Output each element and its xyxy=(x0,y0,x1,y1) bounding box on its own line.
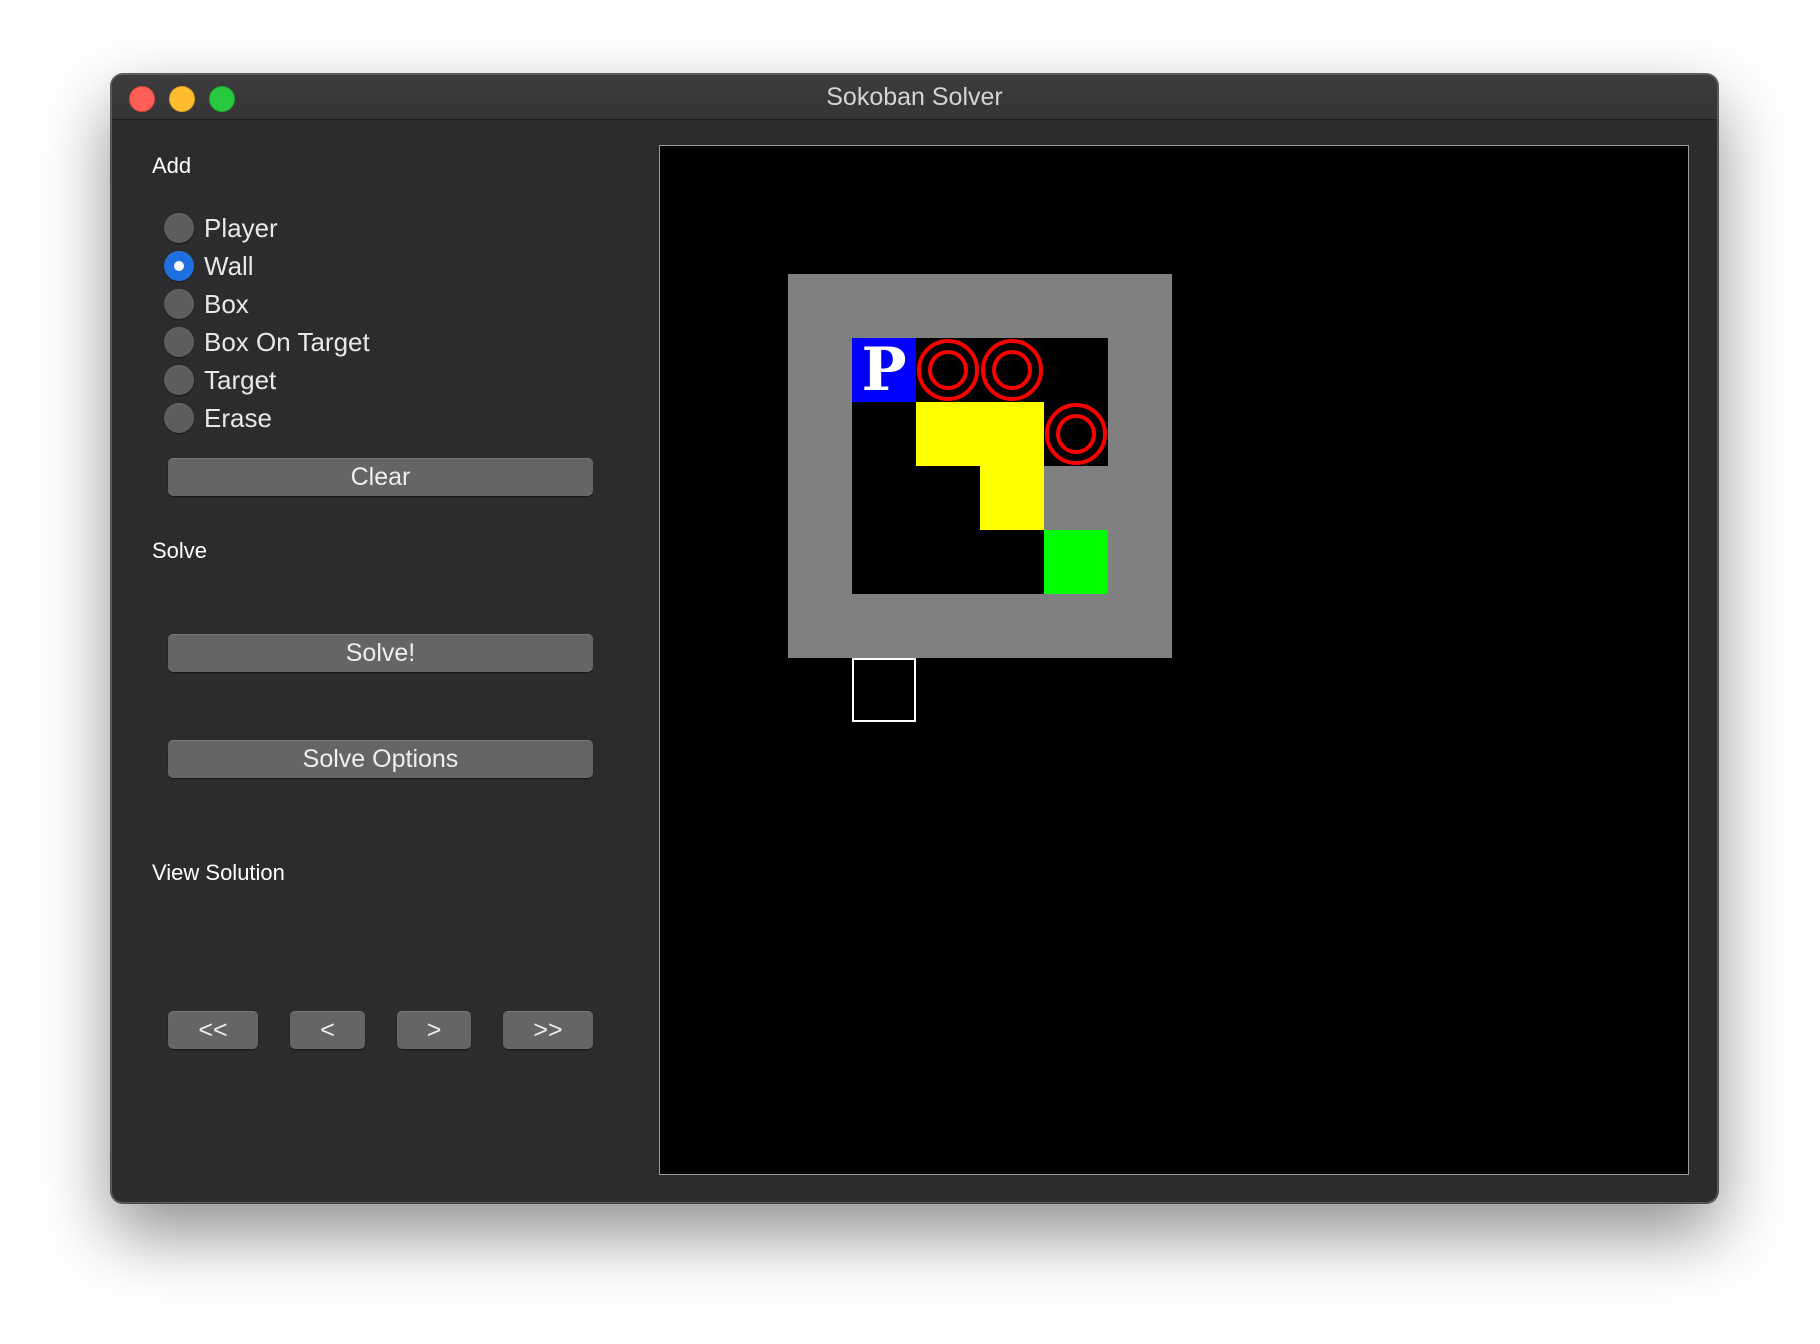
title-bar[interactable]: Sokoban Solver xyxy=(112,75,1717,120)
sokoban-board-canvas[interactable]: P xyxy=(659,145,1689,1175)
selection-cursor-cell[interactable] xyxy=(852,658,916,722)
target-rings-icon xyxy=(1045,403,1107,465)
solve-section-label: Solve xyxy=(152,538,208,563)
wall-cell[interactable] xyxy=(788,466,852,530)
wall-cell[interactable] xyxy=(1108,530,1172,594)
radio-button[interactable] xyxy=(164,213,194,243)
view-solution-section-label: View Solution xyxy=(152,860,285,885)
wall-cell[interactable] xyxy=(1108,594,1172,658)
radio-button[interactable] xyxy=(164,403,194,433)
target-cell[interactable] xyxy=(916,338,980,402)
next-step-button[interactable]: > xyxy=(397,1011,471,1049)
target-cell[interactable] xyxy=(1044,402,1108,466)
radio-label: Erase xyxy=(204,402,272,433)
player-cell[interactable]: P xyxy=(852,338,916,402)
floor-cell[interactable] xyxy=(852,402,916,466)
wall-cell[interactable] xyxy=(788,530,852,594)
floor-cell[interactable] xyxy=(852,466,916,530)
radio-target[interactable]: Target xyxy=(164,363,276,397)
radio-button[interactable] xyxy=(164,327,194,357)
wall-cell[interactable] xyxy=(788,402,852,466)
wall-cell[interactable] xyxy=(1108,338,1172,402)
target-rings-icon xyxy=(917,339,979,401)
radio-button[interactable] xyxy=(164,365,194,395)
add-section-label: Add xyxy=(152,153,192,178)
radio-erase[interactable]: Erase xyxy=(164,401,272,435)
floor-cell[interactable] xyxy=(980,530,1044,594)
wall-cell[interactable] xyxy=(788,274,852,338)
box-cell[interactable] xyxy=(980,402,1044,466)
radio-button[interactable] xyxy=(164,251,194,281)
target-rings-icon xyxy=(981,339,1043,401)
radio-box[interactable]: Box xyxy=(164,287,249,321)
radio-wall[interactable]: Wall xyxy=(164,249,254,283)
radio-label: Player xyxy=(204,212,278,243)
wall-cell[interactable] xyxy=(916,274,980,338)
solve-options-button[interactable]: Solve Options xyxy=(168,740,593,778)
floor-cell[interactable] xyxy=(916,466,980,530)
wall-cell[interactable] xyxy=(852,594,916,658)
radio-button[interactable] xyxy=(164,289,194,319)
wall-cell[interactable] xyxy=(980,274,1044,338)
first-step-button[interactable]: << xyxy=(168,1011,258,1049)
wall-cell[interactable] xyxy=(852,274,916,338)
floor-cell[interactable] xyxy=(916,530,980,594)
last-step-button[interactable]: >> xyxy=(503,1011,593,1049)
app-window: Sokoban Solver Add Player Wall Box Box O… xyxy=(111,74,1718,1203)
box-cell[interactable] xyxy=(980,466,1044,530)
wall-cell[interactable] xyxy=(1044,594,1108,658)
window-title: Sokoban Solver xyxy=(826,83,1003,111)
radio-label: Wall xyxy=(204,250,254,281)
svg-text:P: P xyxy=(861,338,906,402)
target-cell[interactable] xyxy=(980,338,1044,402)
clear-button[interactable]: Clear xyxy=(168,458,593,496)
floor-cell[interactable] xyxy=(1044,338,1108,402)
box-on-target-cell[interactable] xyxy=(1044,530,1108,594)
player-icon: P xyxy=(861,338,906,402)
wall-cell[interactable] xyxy=(1044,466,1108,530)
radio-label: Box On Target xyxy=(204,326,370,357)
radio-label: Box xyxy=(204,288,249,319)
wall-cell[interactable] xyxy=(916,594,980,658)
wall-cell[interactable] xyxy=(980,594,1044,658)
box-cell[interactable] xyxy=(916,402,980,466)
wall-cell[interactable] xyxy=(788,338,852,402)
radio-player[interactable]: Player xyxy=(164,211,278,245)
floor-cell[interactable] xyxy=(852,530,916,594)
radio-box-on-target[interactable]: Box On Target xyxy=(164,325,370,359)
wall-cell[interactable] xyxy=(1108,274,1172,338)
wall-cell[interactable] xyxy=(1044,274,1108,338)
radio-label: Target xyxy=(204,364,277,395)
wall-cell[interactable] xyxy=(1108,402,1172,466)
wall-cell[interactable] xyxy=(1108,466,1172,530)
solve-button[interactable]: Solve! xyxy=(168,634,593,672)
wall-cell[interactable] xyxy=(788,594,852,658)
previous-step-button[interactable]: < xyxy=(290,1011,365,1049)
